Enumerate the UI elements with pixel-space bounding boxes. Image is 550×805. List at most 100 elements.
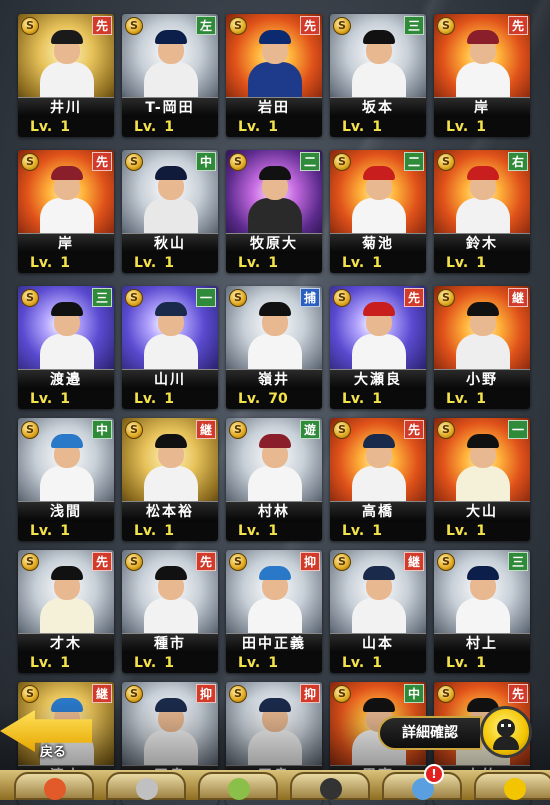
level-prefix: Lv. [446, 119, 469, 135]
player-card[interactable]: S 先種市 Lv. 1 [122, 550, 218, 673]
level-value: 1 [476, 655, 486, 671]
rarity-s-coin-icon: S [333, 153, 351, 171]
level-value: 1 [164, 655, 174, 671]
player-card[interactable]: S 三村上 Lv. 1 [434, 550, 530, 673]
position-badge: 三 [508, 552, 528, 571]
rarity-s-coin-icon: S [21, 553, 39, 571]
nav-tab[interactable] [382, 772, 462, 800]
player-level: Lv. 1 [434, 521, 530, 541]
player-name: 秋山 [122, 233, 218, 254]
level-prefix: Lv. [342, 655, 365, 671]
level-prefix: Lv. [134, 255, 157, 271]
player-level: Lv. 1 [122, 389, 218, 409]
player-card[interactable]: S 右鈴木 Lv. 1 [434, 150, 530, 273]
level-prefix: Lv. [342, 119, 365, 135]
level-value: 1 [60, 523, 70, 539]
player-name: 岸 [18, 233, 114, 254]
position-badge: 継 [404, 552, 424, 571]
player-card[interactable]: S 二菊池 Lv. 1 [330, 150, 426, 273]
player-card[interactable]: S 継山本 Lv. 1 [330, 550, 426, 673]
player-card[interactable]: S 捕嶺井 Lv. 70 [226, 286, 322, 409]
position-badge: 遊 [300, 420, 320, 439]
player-card[interactable]: S 二牧原大 Lv. 1 [226, 150, 322, 273]
player-card[interactable]: S 先岩田 Lv. 1 [226, 14, 322, 137]
player-name: 坂本 [330, 97, 426, 118]
player-level: Lv. 1 [122, 521, 218, 541]
position-badge: 三 [92, 288, 112, 307]
player-card[interactable]: S 継松本裕 Lv. 1 [122, 418, 218, 541]
player-name: 菊池 [330, 233, 426, 254]
rarity-s-coin-icon: S [229, 421, 247, 439]
nav-tab[interactable] [14, 772, 94, 800]
player-card[interactable]: S 先高橋 Lv. 1 [330, 418, 426, 541]
detail-confirm-button[interactable]: 詳細確認 [378, 716, 482, 750]
player-card[interactable]: S 遊村林 Lv. 1 [226, 418, 322, 541]
level-value: 1 [476, 255, 486, 271]
position-badge: 二 [404, 152, 424, 171]
rarity-s-coin-icon: S [229, 289, 247, 307]
level-value: 1 [164, 391, 174, 407]
rarity-s-coin-icon: S [125, 553, 143, 571]
level-prefix: Lv. [30, 655, 53, 671]
level-value: 1 [60, 655, 70, 671]
nav-tab[interactable] [290, 772, 370, 800]
player-card[interactable]: S 一大山 Lv. 1 [434, 418, 530, 541]
player-level: Lv. 1 [434, 653, 530, 673]
player-card[interactable]: S 先井川 Lv. 1 [18, 14, 114, 137]
level-prefix: Lv. [238, 255, 261, 271]
nav-tab[interactable] [474, 772, 550, 800]
rarity-s-coin-icon: S [437, 553, 455, 571]
rarity-s-coin-icon: S [333, 17, 351, 35]
player-card[interactable]: S 中浅間 Lv. 1 [18, 418, 114, 541]
player-name: 小野 [434, 369, 530, 390]
player-card[interactable]: S 先岸 Lv. 1 [434, 14, 530, 137]
player-card[interactable]: S 三渡邉 Lv. 1 [18, 286, 114, 409]
rarity-s-coin-icon: S [21, 17, 39, 35]
back-button[interactable]: 戻る [0, 708, 96, 764]
stadium-icon [228, 778, 250, 800]
player-level: Lv. 1 [18, 117, 114, 137]
player-card[interactable]: S 一山川 Lv. 1 [122, 286, 218, 409]
player-name: 牧原大 [226, 233, 322, 254]
level-value: 1 [164, 119, 174, 135]
position-badge: 先 [508, 16, 528, 35]
rarity-s-coin-icon: S [21, 289, 39, 307]
player-name: 才木 [18, 633, 114, 654]
position-badge: 継 [196, 420, 216, 439]
player-name: 岸 [434, 97, 530, 118]
player-card[interactable]: S 抑田中正義 Lv. 1 [226, 550, 322, 673]
detail-player-icon[interactable] [480, 706, 532, 758]
level-prefix: Lv. [238, 655, 261, 671]
player-level: Lv. 70 [226, 389, 322, 409]
player-card[interactable]: S 先大瀬良 Lv. 1 [330, 286, 426, 409]
player-level: Lv. 1 [18, 521, 114, 541]
level-value: 1 [60, 255, 70, 271]
position-badge: 先 [404, 420, 424, 439]
player-level: Lv. 1 [18, 389, 114, 409]
position-badge: 一 [508, 420, 528, 439]
level-value: 1 [372, 523, 382, 539]
player-name: T-岡田 [122, 97, 218, 118]
level-value: 1 [268, 523, 278, 539]
rarity-s-coin-icon: S [125, 17, 143, 35]
back-button-label: 戻る [40, 745, 67, 760]
nav-tab[interactable] [106, 772, 186, 800]
player-card[interactable]: S 継小野 Lv. 1 [434, 286, 530, 409]
level-prefix: Lv. [134, 523, 157, 539]
player-card[interactable]: S 左 T-岡田 Lv. 1 [122, 14, 218, 137]
player-level: Lv. 1 [226, 117, 322, 137]
position-badge: 先 [404, 288, 424, 307]
nav-tab[interactable] [198, 772, 278, 800]
team-icon [44, 778, 66, 800]
position-badge: 捕 [300, 288, 320, 307]
player-card[interactable]: S 先岸 Lv. 1 [18, 150, 114, 273]
level-value: 1 [476, 119, 486, 135]
player-card[interactable]: S 中秋山 Lv. 1 [122, 150, 218, 273]
player-name: 井川 [18, 97, 114, 118]
player-card[interactable]: S 三坂本 Lv. 1 [330, 14, 426, 137]
level-value: 1 [476, 523, 486, 539]
rarity-s-coin-icon: S [229, 553, 247, 571]
player-card[interactable]: S 先才木 Lv. 1 [18, 550, 114, 673]
player-name: 松本裕 [122, 501, 218, 522]
rarity-s-coin-icon: S [21, 153, 39, 171]
